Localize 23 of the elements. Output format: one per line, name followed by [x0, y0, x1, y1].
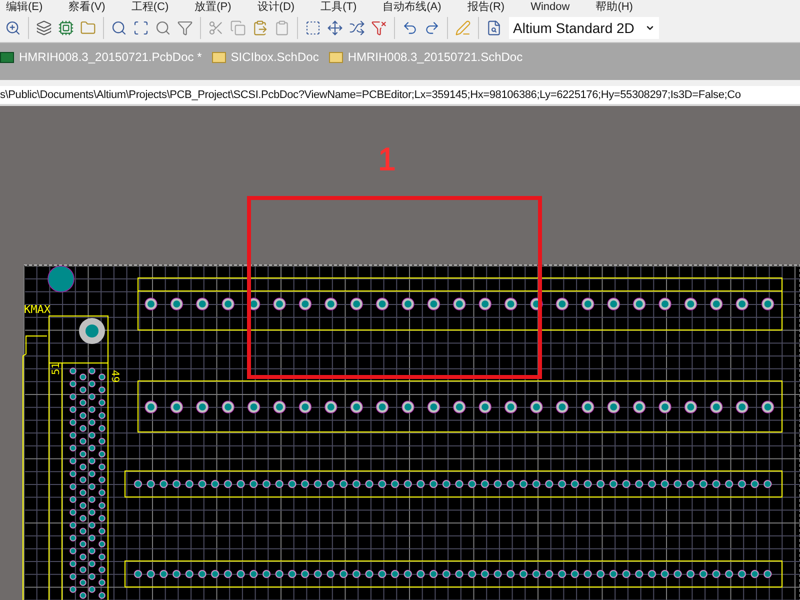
address-bar[interactable]: s\Public\Documents\Altium\Projects\PCB_Project\SCSI.PcbDoc?ViewName=PCBEditor;Lx=359145;Hx=98106386;Ly=6225176;Hy=55308297;Is3D=False;Co [0, 86, 800, 104]
annotation-number: 1 [378, 141, 396, 177]
menu-item[interactable]: 帮助(H) [596, 1, 633, 14]
menu-item[interactable]: 报告(R) [467, 1, 505, 14]
menu-item[interactable]: 自动布线(A) [382, 1, 442, 14]
designator-label: KMAX [24, 303, 50, 316]
menu-item[interactable]: 工程(C) [131, 1, 169, 14]
menu-item[interactable]: 编辑(E) [6, 1, 43, 14]
menu-item[interactable]: 察看(V) [68, 1, 106, 14]
view-dropdown[interactable]: Altium Standard 2D [509, 17, 659, 39]
dropdown-caret-icon [645, 23, 655, 33]
circuit-board-icon [0, 52, 14, 62]
folder-icon [212, 52, 226, 62]
view-dropdown-value: Altium Standard 2D [513, 18, 634, 38]
menu-item[interactable]: 放置(P) [194, 1, 232, 14]
pad-icon [79, 318, 105, 344]
menu-item[interactable]: 设计(D) [257, 1, 295, 14]
menu-item[interactable]: 工具(T) [320, 1, 357, 14]
folder-icon [328, 52, 343, 62]
mounting-hole [48, 266, 74, 292]
menu-item[interactable]: Window [530, 1, 570, 14]
pin-number: 49 [109, 370, 120, 383]
pin-number: 51 [51, 362, 62, 375]
